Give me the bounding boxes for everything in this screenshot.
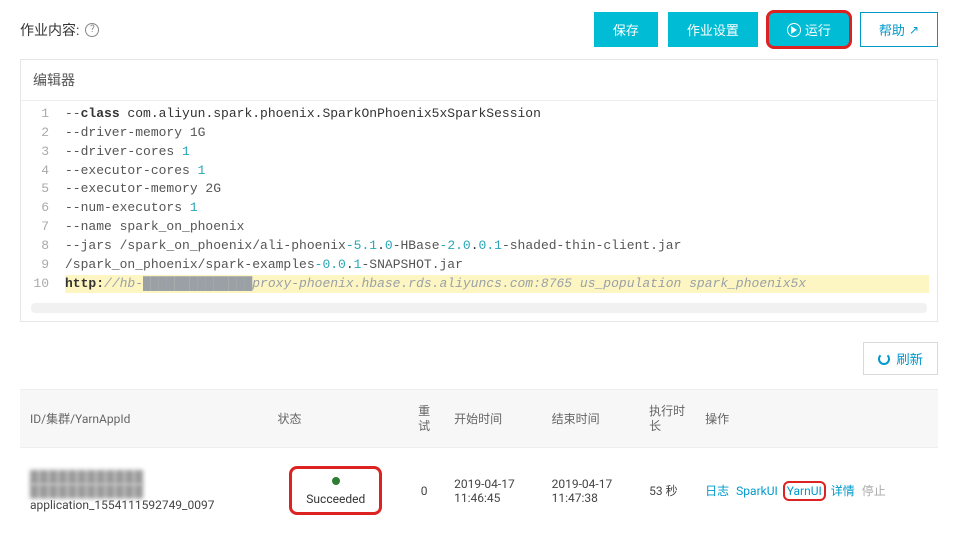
- title-text: 作业内容:: [20, 20, 79, 40]
- editor-panel: 编辑器 12345678910 --class com.aliyun.spark…: [20, 59, 938, 322]
- yarn-app-id: application_1554111592749_0097: [30, 498, 257, 512]
- refresh-icon: [878, 353, 890, 365]
- code-editor[interactable]: 12345678910 --class com.aliyun.spark.pho…: [21, 101, 937, 313]
- help-tooltip-icon[interactable]: ?: [85, 23, 99, 37]
- th-status: 状态: [267, 390, 404, 448]
- cell-ops: 日志 SparkUI YarnUI 详情 停止: [695, 448, 938, 534]
- runs-table: ID/集群/YarnAppId 状态 重试 开始时间 结束时间 执行时长 操作 …: [0, 389, 958, 553]
- save-button[interactable]: 保存: [594, 12, 658, 47]
- code-content[interactable]: --class com.aliyun.spark.phoenix.SparkOn…: [61, 101, 937, 297]
- stop-link: 停止: [862, 484, 886, 498]
- editor-title: 编辑器: [21, 60, 937, 101]
- table-row: ████████████ ████████████ application_15…: [20, 448, 938, 534]
- horizontal-scrollbar[interactable]: [31, 303, 927, 313]
- refresh-button[interactable]: 刷新: [863, 342, 938, 375]
- header-actions: 保存 作业设置 运行 帮助↗: [594, 12, 938, 47]
- th-retry: 重试: [404, 390, 444, 448]
- th-duration: 执行时长: [639, 390, 695, 448]
- sparkui-link[interactable]: SparkUI: [736, 484, 778, 498]
- cell-id: ████████████ ████████████ application_15…: [20, 448, 267, 534]
- th-start: 开始时间: [444, 390, 542, 448]
- yarnui-link[interactable]: YarnUI: [785, 483, 824, 499]
- line-gutter: 12345678910: [21, 101, 61, 297]
- status-badge: Succeeded: [289, 466, 382, 515]
- th-ops: 操作: [695, 390, 938, 448]
- th-end: 结束时间: [542, 390, 640, 448]
- masked-id: ████████████: [30, 470, 257, 484]
- cell-start: 2019-04-1711:46:45: [444, 448, 542, 534]
- help-button[interactable]: 帮助↗: [860, 12, 938, 47]
- play-icon: [787, 23, 801, 37]
- detail-link[interactable]: 详情: [831, 484, 855, 498]
- log-link[interactable]: 日志: [705, 484, 729, 498]
- settings-button[interactable]: 作业设置: [668, 12, 758, 47]
- status-dot-icon: [332, 477, 340, 485]
- th-id: ID/集群/YarnAppId: [20, 390, 267, 448]
- run-button[interactable]: 运行: [768, 12, 850, 47]
- cell-duration: 53 秒: [639, 448, 695, 534]
- page-title: 作业内容: ?: [20, 20, 99, 40]
- cell-status: Succeeded: [267, 448, 404, 534]
- external-link-icon: ↗: [909, 23, 919, 37]
- cell-end: 2019-04-1711:47:38: [542, 448, 640, 534]
- masked-cluster: ████████████: [30, 484, 257, 498]
- header-bar: 作业内容: ? 保存 作业设置 运行 帮助↗: [0, 0, 958, 59]
- cell-retry: 0: [404, 448, 444, 534]
